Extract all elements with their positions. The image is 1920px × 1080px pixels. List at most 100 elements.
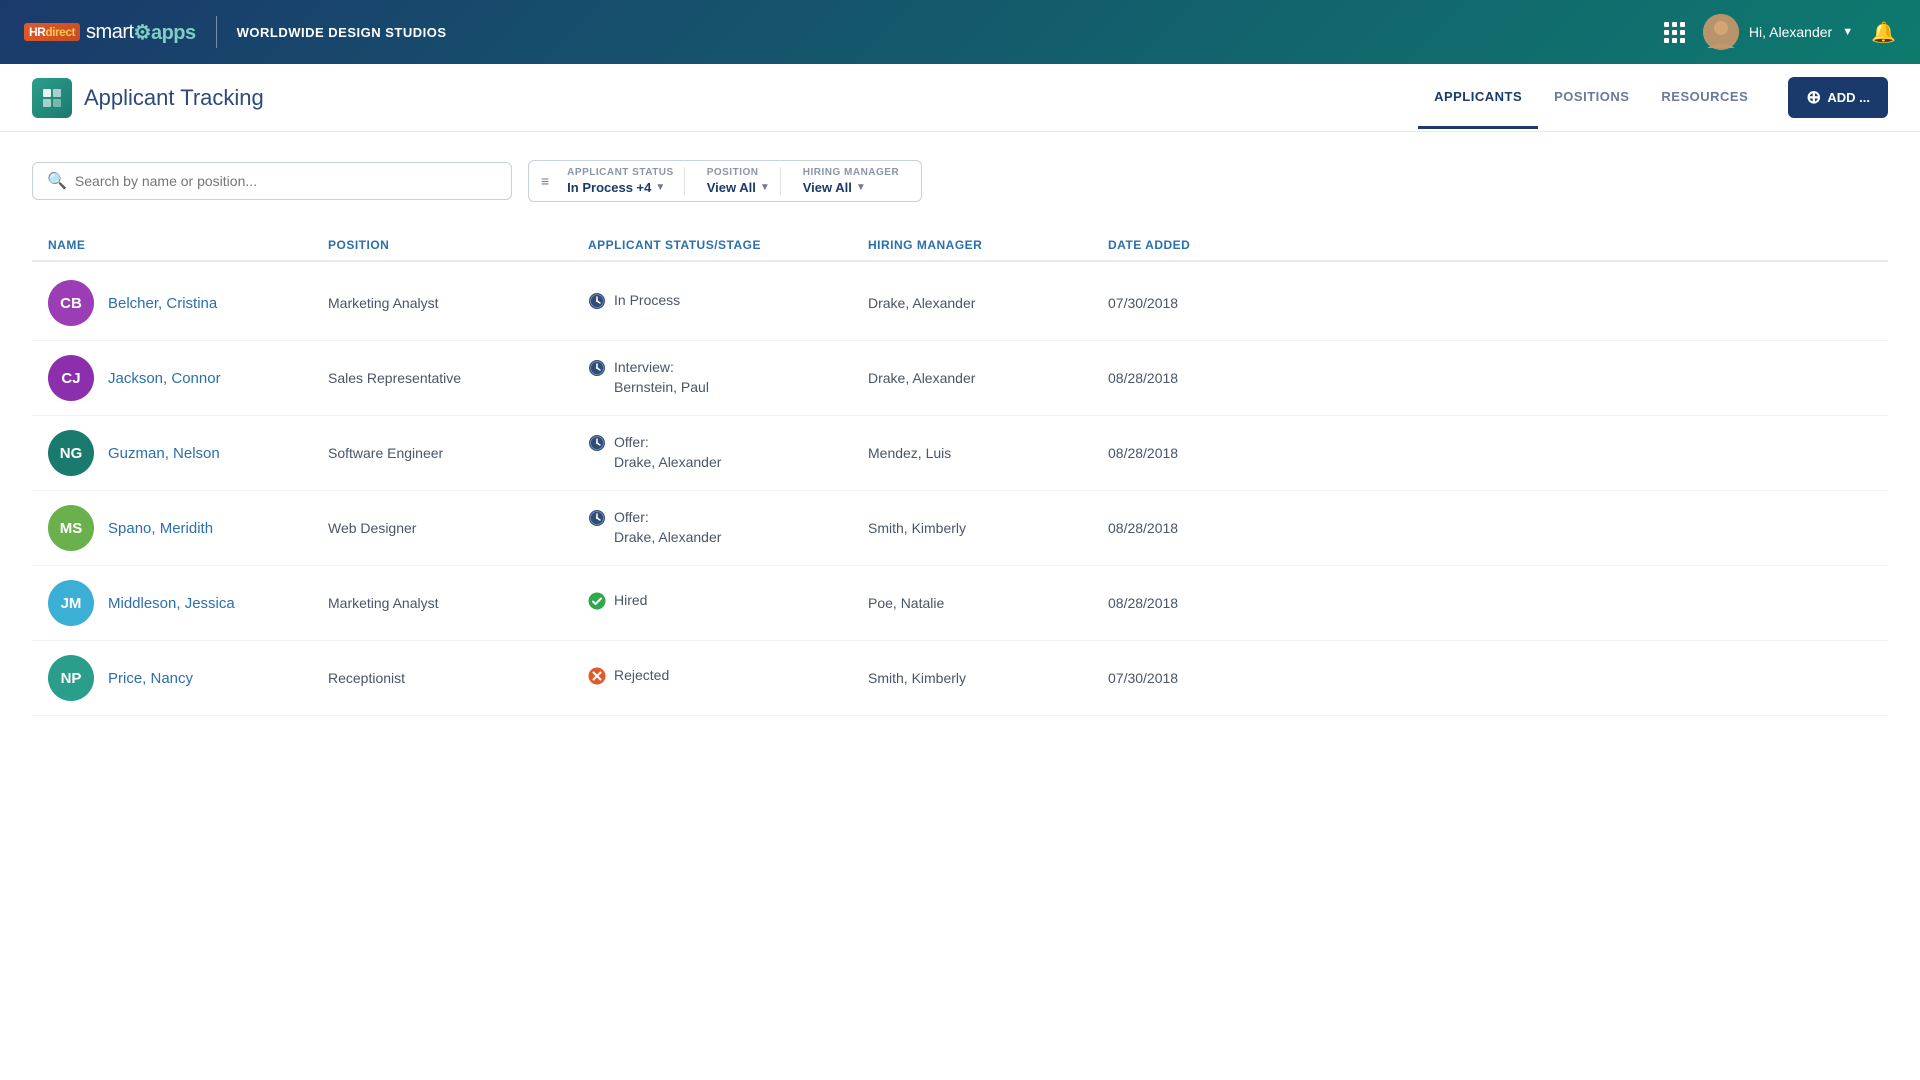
search-box[interactable]: 🔍 bbox=[32, 162, 512, 200]
clock-icon bbox=[588, 509, 606, 532]
hired-icon bbox=[588, 592, 606, 615]
applicant-name[interactable]: Belcher, Cristina bbox=[108, 295, 217, 312]
hiring-manager-filter[interactable]: HIRING MANAGER View All ▼ bbox=[793, 167, 909, 195]
avatar-circle: MS bbox=[48, 505, 94, 551]
logo-apps: ⚙apps bbox=[134, 20, 196, 45]
status-text: In Process bbox=[614, 291, 680, 311]
cell-date-added: 08/28/2018 bbox=[1108, 595, 1288, 611]
col-header-status[interactable]: APPLICANT STATUS/STAGE bbox=[588, 238, 868, 252]
main-content: 🔍 ≡ APPLICANT STATUS In Process +4 ▼ POS… bbox=[0, 132, 1920, 1080]
table-body: CB Belcher, Cristina Marketing Analyst I… bbox=[32, 266, 1888, 716]
applicant-name[interactable]: Guzman, Nelson bbox=[108, 445, 220, 462]
table-row-5[interactable]: NP Price, Nancy Receptionist Rejected Sm… bbox=[32, 641, 1888, 715]
cell-position: Marketing Analyst bbox=[328, 595, 588, 611]
cell-position: Receptionist bbox=[328, 670, 588, 686]
hiring-chevron-icon: ▼ bbox=[856, 182, 866, 193]
table-row: CB Belcher, Cristina Marketing Analyst I… bbox=[32, 266, 1888, 341]
filter-group: APPLICANT STATUS In Process +4 ▼ POSITIO… bbox=[557, 167, 909, 195]
nav-divider bbox=[216, 16, 217, 48]
table-row: NP Price, Nancy Receptionist Rejected Sm… bbox=[32, 641, 1888, 716]
avatar-circle: CJ bbox=[48, 355, 94, 401]
clock-icon bbox=[588, 292, 606, 315]
applicant-name[interactable]: Spano, Meridith bbox=[108, 520, 213, 537]
cell-status: Rejected bbox=[588, 666, 868, 690]
company-name: WORLDWIDE DESIGN STUDIOS bbox=[237, 25, 447, 40]
nav-right: Hi, Alexander ▼ 🔔 bbox=[1664, 14, 1896, 50]
avatar-circle: JM bbox=[48, 580, 94, 626]
avatar bbox=[1703, 14, 1739, 50]
cell-hiring-manager: Poe, Natalie bbox=[868, 595, 1108, 611]
cell-position: Sales Representative bbox=[328, 370, 588, 386]
status-text: Offer:Drake, Alexander bbox=[614, 433, 721, 472]
tab-resources[interactable]: RESOURCES bbox=[1645, 67, 1764, 129]
cell-name: CB Belcher, Cristina bbox=[48, 280, 328, 326]
tab-applicants[interactable]: APPLICANTS bbox=[1418, 67, 1538, 129]
position-filter[interactable]: POSITION View All ▼ bbox=[697, 167, 781, 195]
tab-positions[interactable]: POSITIONS bbox=[1538, 67, 1645, 129]
avatar-circle: NP bbox=[48, 655, 94, 701]
cell-name: NP Price, Nancy bbox=[48, 655, 328, 701]
cell-date-added: 07/30/2018 bbox=[1108, 295, 1288, 311]
status-text: Rejected bbox=[614, 666, 669, 686]
table-row: JM Middleson, Jessica Marketing Analyst … bbox=[32, 566, 1888, 641]
status-text: Hired bbox=[614, 591, 647, 611]
cell-date-added: 08/28/2018 bbox=[1108, 520, 1288, 536]
clock-icon bbox=[588, 434, 606, 457]
cell-status: Offer:Drake, Alexander bbox=[588, 508, 868, 547]
table-row: NG Guzman, Nelson Software Engineer Offe… bbox=[32, 416, 1888, 491]
status-chevron-icon: ▼ bbox=[655, 182, 665, 193]
logo-hr-badge: HRdirect bbox=[24, 23, 80, 41]
grid-icon[interactable] bbox=[1664, 22, 1685, 43]
sub-header: Applicant Tracking APPLICANTS POSITIONS … bbox=[0, 64, 1920, 132]
cell-date-added: 07/30/2018 bbox=[1108, 670, 1288, 686]
cell-date-added: 08/28/2018 bbox=[1108, 445, 1288, 461]
greeting-text: Hi, Alexander bbox=[1749, 24, 1832, 40]
position-chevron-icon: ▼ bbox=[760, 182, 770, 193]
table-row-4[interactable]: JM Middleson, Jessica Marketing Analyst … bbox=[32, 566, 1888, 640]
table-row-2[interactable]: NG Guzman, Nelson Software Engineer Offe… bbox=[32, 416, 1888, 490]
clock-icon bbox=[588, 359, 606, 382]
cell-hiring-manager: Mendez, Luis bbox=[868, 445, 1108, 461]
search-icon: 🔍 bbox=[47, 171, 67, 191]
notification-bell-icon[interactable]: 🔔 bbox=[1871, 20, 1896, 45]
cell-position: Marketing Analyst bbox=[328, 295, 588, 311]
cell-name: JM Middleson, Jessica bbox=[48, 580, 328, 626]
cell-status: Hired bbox=[588, 591, 868, 615]
table-row-3[interactable]: MS Spano, Meridith Web Designer Offer:Dr… bbox=[32, 491, 1888, 565]
cell-status: Interview:Bernstein, Paul bbox=[588, 358, 868, 397]
cell-hiring-manager: Drake, Alexander bbox=[868, 370, 1108, 386]
cell-position: Software Engineer bbox=[328, 445, 588, 461]
user-menu[interactable]: Hi, Alexander ▼ bbox=[1703, 14, 1853, 50]
col-header-name[interactable]: NAME bbox=[48, 238, 328, 252]
filters-row: 🔍 ≡ APPLICANT STATUS In Process +4 ▼ POS… bbox=[32, 160, 1888, 202]
table-row-1[interactable]: CJ Jackson, Connor Sales Representative … bbox=[32, 341, 1888, 415]
cell-date-added: 08/28/2018 bbox=[1108, 370, 1288, 386]
col-header-hiring[interactable]: HIRING MANAGER bbox=[868, 238, 1108, 252]
cell-name: CJ Jackson, Connor bbox=[48, 355, 328, 401]
col-header-date[interactable]: DATE ADDED bbox=[1108, 238, 1288, 252]
applicant-name[interactable]: Jackson, Connor bbox=[108, 370, 221, 387]
table-row-0[interactable]: CB Belcher, Cristina Marketing Analyst I… bbox=[32, 266, 1888, 340]
cell-hiring-manager: Drake, Alexander bbox=[868, 295, 1108, 311]
page-title: Applicant Tracking bbox=[84, 85, 264, 111]
table-row: MS Spano, Meridith Web Designer Offer:Dr… bbox=[32, 491, 1888, 566]
search-input[interactable] bbox=[75, 173, 497, 189]
status-text: Offer:Drake, Alexander bbox=[614, 508, 721, 547]
cell-status: In Process bbox=[588, 291, 868, 315]
avatar-circle: NG bbox=[48, 430, 94, 476]
user-chevron-icon: ▼ bbox=[1842, 26, 1853, 38]
applicant-name[interactable]: Price, Nancy bbox=[108, 670, 193, 687]
col-header-position[interactable]: POSITION bbox=[328, 238, 588, 252]
cell-name: NG Guzman, Nelson bbox=[48, 430, 328, 476]
logo[interactable]: HRdirect smart ⚙apps bbox=[24, 20, 196, 45]
status-text: Interview:Bernstein, Paul bbox=[614, 358, 709, 397]
add-button[interactable]: ⊕ ADD ... bbox=[1788, 77, 1888, 118]
logo-smart: smart bbox=[86, 21, 134, 44]
cell-position: Web Designer bbox=[328, 520, 588, 536]
applicant-name[interactable]: Middleson, Jessica bbox=[108, 595, 235, 612]
table-row: CJ Jackson, Connor Sales Representative … bbox=[32, 341, 1888, 416]
add-plus-icon: ⊕ bbox=[1806, 87, 1821, 108]
cell-hiring-manager: Smith, Kimberly bbox=[868, 670, 1108, 686]
applicant-status-filter[interactable]: APPLICANT STATUS In Process +4 ▼ bbox=[557, 167, 685, 195]
app-icon bbox=[32, 78, 72, 118]
